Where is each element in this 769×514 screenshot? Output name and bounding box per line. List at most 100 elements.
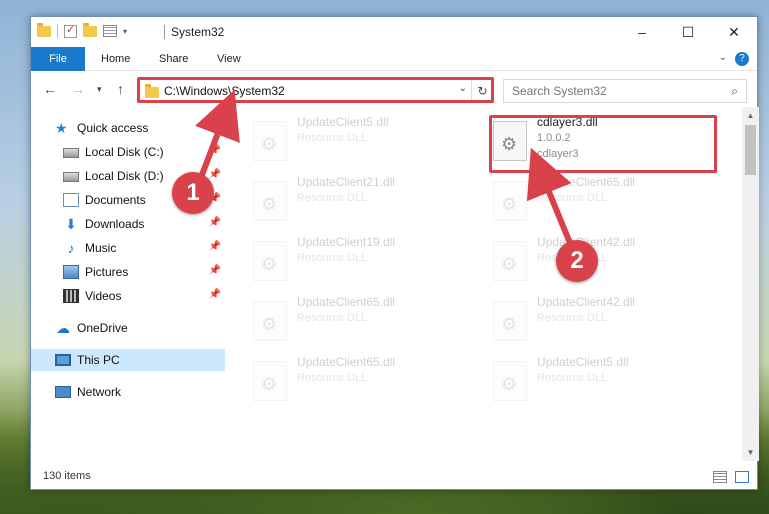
dll-file-icon (493, 241, 527, 281)
view-list-icon[interactable] (103, 25, 117, 37)
download-icon: ⬇ (65, 216, 77, 232)
sidebar-item-label: Pictures (85, 265, 129, 279)
file-item[interactable]: UpdateClient65.dll Resource DLL (493, 175, 718, 229)
sidebar-item-label: This PC (77, 353, 120, 367)
help-icon[interactable]: ? (735, 52, 749, 66)
file-item[interactable]: UpdateClient65.dll Resource DLL (253, 355, 478, 409)
minimize-button[interactable]: – (619, 17, 665, 47)
pictures-icon (63, 265, 79, 279)
item-count: 130 items (43, 470, 91, 482)
sidebar-item-music[interactable]: ♪ Music 📌 (31, 237, 225, 259)
vertical-scrollbar[interactable]: ▲ ▼ (742, 107, 759, 461)
file-explorer-window: ▾ System32 – ☐ ✕ File Home Share View ⌄ … (30, 16, 759, 490)
callout-badge-1: 1 (172, 172, 214, 214)
videos-icon (63, 289, 79, 303)
tab-file[interactable]: File (31, 47, 85, 71)
sidebar-item-label: Music (85, 241, 117, 255)
file-description: Resource DLL (297, 132, 368, 144)
window-title: System32 (171, 25, 225, 39)
sidebar-item-onedrive[interactable]: ☁ OneDrive (31, 317, 225, 339)
sidebar-item-downloads[interactable]: ⬇ Downloads 📌 (31, 213, 225, 235)
divider (57, 24, 58, 38)
star-icon: ★ (55, 120, 68, 136)
pin-icon: 📌 (208, 217, 221, 228)
sidebar-item-label: Documents (85, 193, 146, 207)
back-arrow-icon[interactable]: ← (43, 81, 57, 97)
file-description: Resource DLL (537, 192, 608, 204)
file-description: Resource DLL (297, 192, 368, 204)
file-name: UpdateClient65.dll (537, 175, 636, 189)
file-description: Resource DLL (297, 372, 368, 384)
title-bar: ▾ System32 – ☐ ✕ (31, 17, 757, 47)
pin-icon: 📌 (208, 241, 221, 252)
sidebar-item-pictures[interactable]: Pictures 📌 (31, 261, 225, 283)
file-item[interactable]: UpdateClient19.dll Resource DLL (253, 235, 478, 289)
sidebar-item-network[interactable]: Network (31, 381, 225, 403)
sidebar-item-videos[interactable]: Videos 📌 (31, 285, 225, 307)
tab-share[interactable]: Share (159, 47, 188, 71)
sidebar-item-label: Downloads (85, 217, 145, 231)
sidebar-item-quick-access[interactable]: ★ Quick access (31, 117, 225, 139)
tab-home[interactable]: Home (101, 47, 130, 71)
file-description: Resource DLL (297, 252, 368, 264)
large-icons-view-icon[interactable] (735, 471, 749, 483)
close-button[interactable]: ✕ (711, 17, 757, 47)
pin-icon: 📌 (208, 145, 221, 156)
file-name: UpdateClient5.dll (537, 355, 629, 369)
file-name: UpdateClient65.dll (297, 295, 396, 309)
scroll-up-icon[interactable]: ▲ (742, 107, 759, 124)
customize-toolbar-chevron-icon[interactable]: ▾ (123, 27, 127, 36)
documents-icon (63, 193, 79, 207)
file-highlight (489, 115, 717, 173)
sidebar-item-this-pc[interactable]: This PC (31, 349, 225, 371)
search-input[interactable] (512, 84, 712, 98)
chevron-down-icon[interactable]: ⌄ (719, 52, 727, 63)
sidebar-item-local-disk-c[interactable]: Local Disk (C:) 📌 (31, 141, 225, 163)
file-description: Resource DLL (297, 312, 368, 324)
file-item[interactable]: UpdateClient42.dll Resource DLL (493, 235, 718, 289)
new-folder-icon[interactable] (83, 22, 97, 37)
search-box[interactable]: ⌕ (503, 79, 747, 103)
file-name: UpdateClient21.dll (297, 175, 396, 189)
details-view-icon[interactable] (713, 471, 727, 483)
file-name: UpdateClient19.dll (297, 235, 396, 249)
tab-view[interactable]: View (217, 47, 241, 71)
file-item[interactable]: UpdateClient21.dll Resource DLL (253, 175, 478, 229)
file-item[interactable]: UpdateClient42.dll Resource DLL (493, 295, 718, 349)
quick-access-toolbar: ▾ (37, 22, 127, 38)
sidebar-item-label: Local Disk (C:) (85, 145, 164, 159)
network-icon (55, 386, 71, 398)
folder-icon (37, 22, 51, 37)
file-description: Resource DLL (537, 372, 608, 384)
ribbon-tabs: File Home Share View ⌄ ? (31, 47, 757, 71)
file-item[interactable]: UpdateClient65.dll Resource DLL (253, 295, 478, 349)
sidebar-item-label: Network (77, 385, 122, 399)
disk-icon (63, 148, 79, 158)
up-arrow-icon[interactable]: ↑ (117, 81, 124, 97)
dll-file-icon (493, 361, 527, 401)
pin-icon: 📌 (208, 289, 221, 300)
address-bar-highlight (137, 77, 494, 103)
dll-file-icon (493, 181, 527, 221)
properties-check-icon[interactable] (64, 23, 77, 38)
dll-file-icon (253, 121, 287, 161)
pin-icon: 📌 (208, 169, 221, 180)
search-icon[interactable]: ⌕ (731, 84, 738, 99)
dll-file-icon (253, 241, 287, 281)
forward-arrow-icon[interactable]: → (71, 81, 85, 97)
recent-locations-chevron-icon[interactable]: ▾ (97, 84, 102, 95)
dll-file-icon (253, 361, 287, 401)
file-item[interactable]: UpdateClient5.dll Resource DLL (253, 115, 478, 169)
callout-badge-2: 2 (556, 240, 598, 282)
computer-icon (55, 354, 71, 366)
sidebar-item-label: Local Disk (D:) (85, 169, 164, 183)
status-bar: 130 items (31, 465, 757, 489)
maximize-button[interactable]: ☐ (665, 17, 711, 47)
scroll-down-icon[interactable]: ▼ (742, 444, 759, 461)
file-item[interactable]: UpdateClient5.dll Resource DLL (493, 355, 718, 409)
sidebar-item-label: Quick access (77, 121, 149, 135)
dll-file-icon (493, 301, 527, 341)
divider (164, 25, 165, 39)
file-name: UpdateClient65.dll (297, 355, 396, 369)
scrollbar-thumb[interactable] (745, 125, 756, 175)
